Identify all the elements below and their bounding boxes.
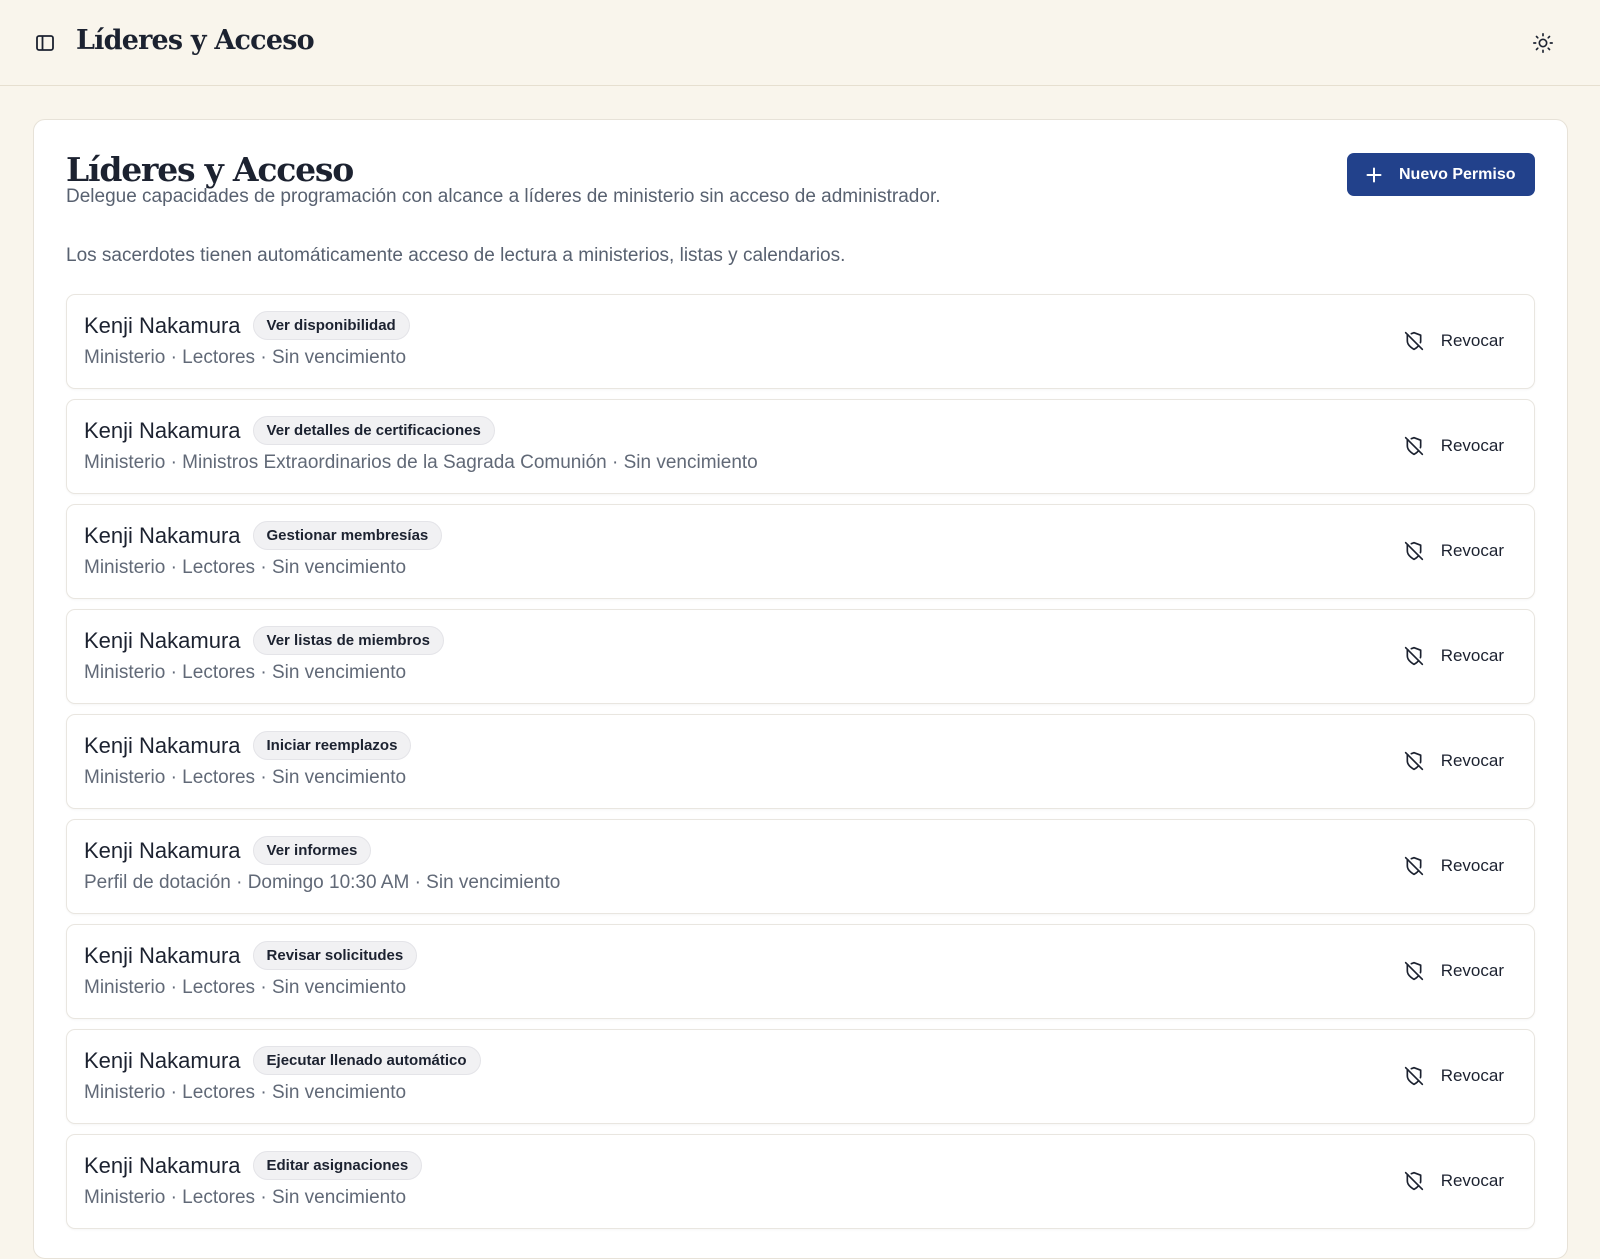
permission-scope: Ministerio · Lectores · Sin vencimiento xyxy=(84,1082,407,1103)
permission-row: Kenji Nakamura Revisar solicitudes Minis… xyxy=(66,924,1535,1019)
sidebar-toggle-icon[interactable] xyxy=(34,32,56,54)
permission-row: Kenji Nakamura Editar asignaciones Minis… xyxy=(66,1134,1535,1229)
revoke-button[interactable]: Revocar xyxy=(1403,1168,1504,1194)
revoke-button[interactable]: Revocar xyxy=(1403,853,1504,879)
shield-off-icon xyxy=(1403,330,1425,352)
permission-scope: Perfil de dotación · Domingo 10:30 AM · … xyxy=(84,872,561,893)
leader-name: Kenji Nakamura xyxy=(84,417,241,443)
revoke-label: Revocar xyxy=(1440,646,1504,665)
revoke-button[interactable]: Revocar xyxy=(1403,1063,1504,1089)
permission-row: Kenji Nakamura Ver listas de miembros Mi… xyxy=(66,609,1535,704)
revoke-label: Revocar xyxy=(1440,331,1504,350)
revoke-button[interactable]: Revocar xyxy=(1403,643,1504,669)
shield-off-icon xyxy=(1403,1170,1425,1192)
revoke-button[interactable]: Revocar xyxy=(1403,433,1504,459)
sun-icon[interactable] xyxy=(1530,30,1556,56)
capability-badge: Ver informes xyxy=(252,836,372,865)
capability-badge: Gestionar membresías xyxy=(252,521,443,550)
permission-row: Kenji Nakamura Ver informes Perfil de do… xyxy=(66,819,1535,914)
new-permission-button[interactable]: Nuevo Permiso xyxy=(1347,153,1535,196)
capability-badge: Ver detalles de certificaciones xyxy=(252,416,495,445)
app-title: Líderes y Acceso xyxy=(76,25,315,56)
shield-off-icon xyxy=(1403,540,1425,562)
permission-row: Kenji Nakamura Ver detalles de certifica… xyxy=(66,399,1535,494)
leader-name: Kenji Nakamura xyxy=(84,1047,241,1073)
leader-name: Kenji Nakamura xyxy=(84,732,241,758)
leader-name: Kenji Nakamura xyxy=(84,942,241,968)
permission-scope: Ministerio · Lectores · Sin vencimiento xyxy=(84,557,407,578)
revoke-label: Revocar xyxy=(1440,751,1504,770)
priest-access-notice: Los sacerdotes tienen automáticamente ac… xyxy=(66,245,846,266)
shield-off-icon xyxy=(1403,750,1425,772)
main-card: Líderes y Acceso Delegue capacidades de … xyxy=(33,119,1568,1259)
shield-off-icon xyxy=(1403,960,1425,982)
revoke-label: Revocar xyxy=(1440,856,1504,875)
capability-badge: Editar asignaciones xyxy=(252,1151,423,1180)
leader-name: Kenji Nakamura xyxy=(84,522,241,548)
revoke-button[interactable]: Revocar xyxy=(1403,538,1504,564)
capability-badge: Iniciar reemplazos xyxy=(252,731,412,760)
capability-badge: Ver listas de miembros xyxy=(252,626,444,655)
capability-badge: Revisar solicitudes xyxy=(252,941,418,970)
shield-off-icon xyxy=(1403,1065,1425,1087)
revoke-button[interactable]: Revocar xyxy=(1403,748,1504,774)
shield-off-icon xyxy=(1403,855,1425,877)
permission-row: Kenji Nakamura Ver disponibilidad Minist… xyxy=(66,294,1535,389)
leader-name: Kenji Nakamura xyxy=(84,837,241,863)
revoke-label: Revocar xyxy=(1440,1171,1504,1190)
leader-name: Kenji Nakamura xyxy=(84,312,241,338)
permission-scope: Ministerio · Lectores · Sin vencimiento xyxy=(84,1187,407,1208)
permission-scope: Ministerio · Lectores · Sin vencimiento xyxy=(84,767,407,788)
capability-badge: Ver disponibilidad xyxy=(252,311,410,340)
page-title: Líderes y Acceso xyxy=(66,150,354,189)
permission-scope: Ministerio · Lectores · Sin vencimiento xyxy=(84,347,407,368)
plus-icon xyxy=(1365,166,1383,184)
permission-scope: Ministerio · Ministros Extraordinarios d… xyxy=(84,452,758,473)
shield-off-icon xyxy=(1403,645,1425,667)
permission-list: Kenji Nakamura Ver disponibilidad Minist… xyxy=(66,294,1535,1239)
permission-row: Kenji Nakamura Iniciar reemplazos Minist… xyxy=(66,714,1535,809)
new-permission-label: Nuevo Permiso xyxy=(1399,165,1516,183)
revoke-label: Revocar xyxy=(1440,541,1504,560)
revoke-button[interactable]: Revocar xyxy=(1403,328,1504,354)
top-bar: Líderes y Acceso xyxy=(0,0,1600,86)
revoke-label: Revocar xyxy=(1440,961,1504,980)
leader-name: Kenji Nakamura xyxy=(84,1152,241,1178)
permission-row: Kenji Nakamura Gestionar membresías Mini… xyxy=(66,504,1535,599)
permission-row: Kenji Nakamura Ejecutar llenado automáti… xyxy=(66,1029,1535,1124)
revoke-button[interactable]: Revocar xyxy=(1403,958,1504,984)
capability-badge: Ejecutar llenado automático xyxy=(252,1046,481,1075)
revoke-label: Revocar xyxy=(1440,436,1504,455)
revoke-label: Revocar xyxy=(1440,1066,1504,1085)
leader-name: Kenji Nakamura xyxy=(84,627,241,653)
permission-scope: Ministerio · Lectores · Sin vencimiento xyxy=(84,977,407,998)
permission-scope: Ministerio · Lectores · Sin vencimiento xyxy=(84,662,407,683)
shield-off-icon xyxy=(1403,435,1425,457)
page-subtitle: Delegue capacidades de programación con … xyxy=(66,186,941,207)
